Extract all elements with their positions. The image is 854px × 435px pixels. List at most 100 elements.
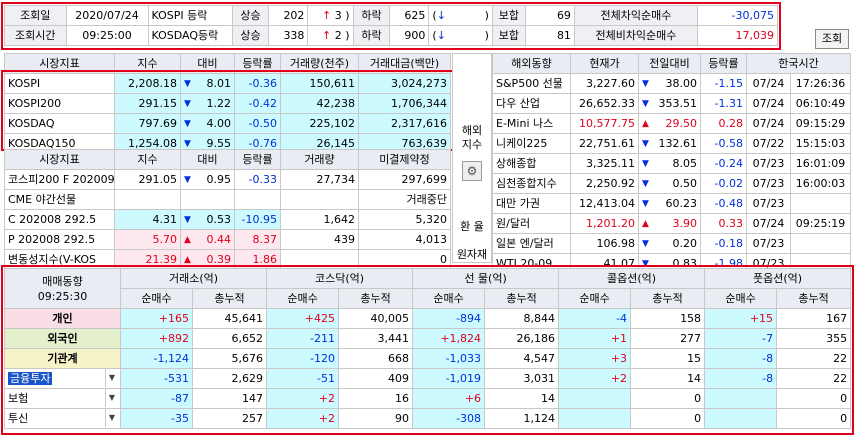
cumulative-value: 90	[338, 408, 414, 429]
chevron-down-icon[interactable]: ▼	[104, 369, 118, 387]
change-value: 0.20	[672, 236, 698, 250]
investor-row[interactable]: 투신 ▼ -35 257 +2 90 -308 1,124 0 0	[4, 408, 852, 429]
date-value[interactable]: 2020/07/24	[65, 5, 149, 26]
world-name: 원/달러	[492, 213, 571, 234]
world-date: 07/23	[746, 153, 791, 174]
time-label: 조회시간	[4, 25, 67, 46]
net-buy-value: +2	[558, 368, 632, 389]
index-row[interactable]: KOSPI 2,208.18 ▼ 8.01 -0.36 150,611 3,024,273	[4, 73, 451, 94]
net-buy-value: +2	[266, 388, 340, 409]
cumulative-value: 0	[776, 388, 852, 409]
index-amount: 3,024,273	[358, 73, 451, 94]
futures-row[interactable]: 코스피200 F 202009 291.05 ▼ 0.95 -0.33 27,734 297…	[4, 169, 451, 190]
futures-row[interactable]: C 202008 292.5 4.31 ▼ 0.53 -10.95 1,642 5,320	[4, 209, 451, 230]
change-value: 0.39	[206, 252, 232, 266]
investor-row[interactable]: 보험 ▼ -87 147 +2 16 +6 14 0 0	[4, 388, 852, 409]
futures-change	[180, 189, 235, 210]
world-row[interactable]: S&P500 선물 3,227.60 ▼ 38.00 -1.15 07/24 17:26:3…	[492, 73, 852, 94]
net-buy-value: -7	[704, 328, 778, 349]
futures-change: ▲ 0.39	[180, 249, 235, 270]
investor-row[interactable]: 외국인 +892 6,652 -211 3,441 +1,824 26,186 +1 277 -7…	[4, 328, 852, 349]
fx-tab[interactable]: 환 율	[453, 218, 491, 234]
world-row[interactable]: 일본 엔/달러 106.98 ▼ 0.20 -0.18 07/23	[492, 233, 852, 254]
world-time: 17:26:36	[789, 73, 852, 94]
arb-label: 전체차익순매수	[573, 5, 698, 26]
down-triangle-icon: ▼	[642, 138, 649, 149]
up-triangle-icon: ▲	[642, 118, 649, 129]
investor-row[interactable]: 기관계 -1,124 5,676 -120 668 -1,033 4,547 +3 15 -8 22	[4, 348, 852, 369]
world-name: 니케이225	[492, 133, 571, 154]
kosdaq-limit-up: ↑ 2 )	[307, 25, 354, 46]
world-value: 1,201.20	[570, 213, 639, 234]
net-buy-value: +3	[558, 348, 632, 369]
net-buy-value: -1,019	[412, 368, 486, 389]
col-header: 등락률	[234, 149, 281, 170]
commodity-tab[interactable]: 원자재	[453, 246, 491, 262]
world-rate: -1.31	[700, 93, 747, 114]
cumulative-value: 668	[338, 348, 414, 369]
index-table: 시장지표 지수 대비 등락률 거래량(천주) 거래대금(백만) KOSPI 2,2…	[4, 53, 451, 154]
down-triangle-icon: ▼	[184, 98, 191, 109]
gear-icon[interactable]: ⚙	[462, 161, 482, 181]
world-row[interactable]: 다우 산업 26,652.33 ▼ 353.51 -1.31 07/24 06:10:49	[492, 93, 852, 114]
world-row[interactable]: 원/달러 1,201.20 ▲ 3.90 0.33 07/24 09:25:19	[492, 213, 852, 234]
world-row[interactable]: 심천종합지수 2,250.92 ▼ 0.50 -0.02 07/23 16:00:03	[492, 173, 852, 194]
world-value: 2,250.92	[570, 173, 639, 194]
world-rate: -0.48	[700, 193, 747, 214]
world-row[interactable]: E-Mini 나스 10,577.75 ▲ 29.50 0.28 07/24 09:15:2…	[492, 113, 852, 134]
sub-header-total: 총누적	[484, 288, 560, 309]
world-time: 06:10:49	[789, 93, 852, 114]
net-buy-value: -211	[266, 328, 340, 349]
futures-rows: 코스피200 F 202009 291.05 ▼ 0.95 -0.33 27,734 297…	[4, 169, 451, 270]
investor-type-select[interactable]: 금융투자 ▼	[4, 368, 121, 389]
up-arrow-icon: ↑	[322, 8, 332, 22]
overseas-index-tab[interactable]: 해외 지수	[453, 124, 491, 152]
futures-table: 시장지표 지수 대비 등락률 거래량 미결제약정 코스피200 F 202009…	[4, 149, 451, 270]
futures-open-interest: 거래중단	[358, 189, 451, 210]
kospi-limit-up: ↑ 3 )	[307, 5, 354, 26]
cumulative-value: 5,676	[191, 348, 268, 369]
world-row[interactable]: 니케이225 22,751.61 ▼ 132.61 -0.58 07/22 15:15:03	[492, 133, 852, 154]
index-row[interactable]: KOSDAQ 797.69 ▼ 4.00 -0.50 225,102 2,317,616	[4, 113, 451, 134]
index-change: ▼ 8.01	[180, 73, 235, 94]
world-value: 3,325.11	[570, 153, 639, 174]
cumulative-value: 22	[776, 368, 852, 389]
investor-title: 매매동향	[42, 274, 83, 288]
world-row[interactable]: 상해종합 3,325.11 ▼ 8.05 -0.24 07/23 16:01:09	[492, 153, 852, 174]
cumulative-value: 26,186	[484, 328, 560, 349]
cumulative-value: 0	[630, 408, 706, 429]
change-value: 0.50	[672, 176, 698, 190]
down-triangle-icon: ▼	[184, 214, 191, 225]
net-buy-value: +2	[266, 408, 340, 429]
world-row[interactable]: 대만 가권 12,413.04 ▼ 60.23 -0.48 07/23	[492, 193, 852, 214]
up-triangle-icon: ▲	[642, 218, 649, 229]
futures-rate: -10.95	[234, 209, 281, 230]
futures-row[interactable]: CME 야간선물 거래중단	[4, 189, 451, 210]
time-value[interactable]: 09:25:00	[65, 25, 149, 46]
sub-header-total: 총누적	[630, 288, 706, 309]
cumulative-value: 0	[630, 388, 706, 409]
change-value: 4.00	[206, 116, 232, 130]
futures-row[interactable]: P 202008 292.5 5.70 ▲ 0.44 8.37 439 4,013	[4, 229, 451, 250]
futures-value: 5.70	[114, 229, 181, 250]
index-row[interactable]: KOSPI200 291.15 ▼ 1.22 -0.42 42,238 1,706,344	[4, 93, 451, 114]
col-header: 거래량	[280, 149, 359, 170]
chevron-down-icon[interactable]: ▼	[104, 409, 118, 427]
world-rate: -1.15	[700, 73, 747, 94]
change-value: 9.55	[206, 136, 232, 150]
world-rate: 0.33	[700, 213, 747, 234]
world-value: 106.98	[570, 233, 639, 254]
investor-row[interactable]: 금융투자 ▼ -531 2,629 -51 409 -1,019 3,031 +2 14 -8 22	[4, 368, 852, 389]
kosdaq-up-count: 338	[268, 25, 309, 46]
chevron-down-icon[interactable]: ▼	[104, 389, 118, 407]
futures-row[interactable]: 변동성지수(V-KOS 21.39 ▲ 0.39 1.86 0	[4, 249, 451, 270]
index-change: ▼ 1.22	[180, 93, 235, 114]
change-value: 0.44	[206, 232, 232, 246]
down-triangle-icon: ▼	[184, 78, 191, 89]
cumulative-value: 147	[191, 388, 268, 409]
investor-row[interactable]: 개인 +165 45,641 +425 40,005 -894 8,844 -4 158 +15 1…	[4, 308, 852, 329]
query-button[interactable]: 조회	[815, 29, 849, 49]
futures-name: 코스피200 F 202009	[4, 169, 115, 190]
world-change: ▲ 29.50	[638, 113, 701, 134]
net-buy-value: +165	[120, 308, 193, 329]
